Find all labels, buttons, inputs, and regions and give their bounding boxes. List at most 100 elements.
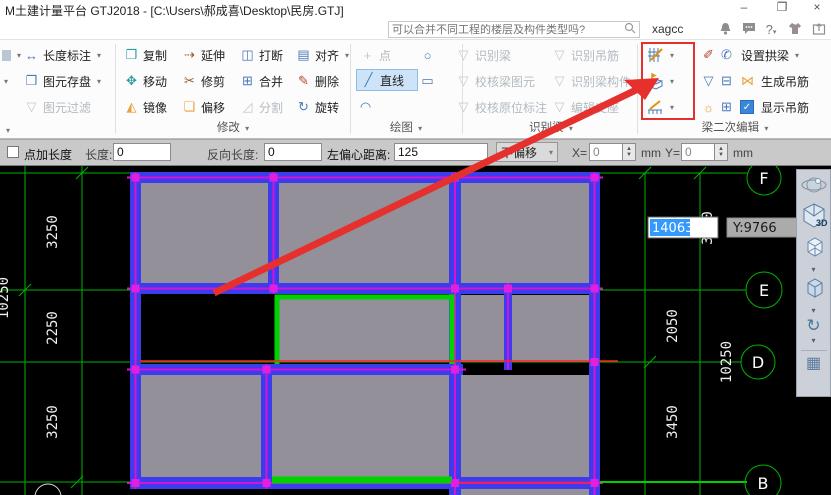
mirror-button[interactable]: ◭ 镜像 xyxy=(124,96,168,118)
length-dimension-button[interactable]: ↔ 长度标注 ▾ xyxy=(24,44,101,66)
extend-icon: ⇢ xyxy=(184,47,195,62)
lamp-icon[interactable]: ☼ xyxy=(701,96,716,118)
break-icon: ◫ xyxy=(241,47,254,62)
rotate-view-icon[interactable]: ↻ xyxy=(800,317,828,334)
check-beam-element-button[interactable]: ▽ 校核梁图元 xyxy=(456,70,536,92)
point-icon: + xyxy=(363,47,372,63)
element-filter-button[interactable]: ▽ 图元过滤 xyxy=(24,96,92,118)
identify-beam-button[interactable]: ▽ 识别梁 xyxy=(456,44,512,66)
offset-icon: ❏ xyxy=(183,99,196,114)
identify-group-label[interactable]: 识别梁 ▾ xyxy=(466,119,636,135)
split-button[interactable]: ◿ 分割 xyxy=(240,96,284,118)
x-unit-label: mm xyxy=(641,146,661,160)
view-toolbar: 3D ▾ ▾ ↻ ▾ ▦ xyxy=(796,169,831,397)
edit-support-button[interactable]: ▽ 编辑支座 xyxy=(552,96,620,118)
help-icon[interactable]: ?▾ xyxy=(762,22,780,38)
restore-button[interactable]: ❐ xyxy=(769,0,795,16)
draw-group-label[interactable]: 绘图 ▾ xyxy=(352,119,460,135)
left-offset-input[interactable] xyxy=(394,143,488,161)
length-label: 长度: xyxy=(85,148,113,162)
wireframe-cube-icon[interactable] xyxy=(800,235,828,263)
reverse-length-label: 反向长度: xyxy=(207,148,259,162)
break-button[interactable]: ◫ 打断 xyxy=(240,44,283,66)
offset-button[interactable]: ❏ 偏移 xyxy=(182,96,225,118)
point-add-length-checkbox[interactable] xyxy=(7,146,19,158)
message-bubble-icon[interactable] xyxy=(740,22,758,38)
rectangle-icon: ▭ xyxy=(421,73,434,88)
box-lines-icon[interactable]: ⊟ xyxy=(719,70,734,92)
window-title: M土建计量平台 GTJ2018 - [C:\Users\郝成喜\Desktop\… xyxy=(5,4,344,18)
ribbon-separator xyxy=(115,44,116,134)
dim-left-total: 10250 xyxy=(0,277,12,319)
length-input[interactable] xyxy=(113,143,171,161)
solid-cube-icon[interactable] xyxy=(800,276,828,304)
reverse-length-input[interactable] xyxy=(264,143,322,161)
extend-button[interactable]: ⇢ 延伸 xyxy=(182,44,225,66)
length-dimension-icon: ↔ xyxy=(25,47,38,63)
delete-button[interactable]: ✎ 删除 xyxy=(296,70,339,92)
copy-button[interactable]: ❐ 复制 xyxy=(124,44,167,66)
drawing-canvas[interactable]: F E D B 3250 2250 3250 10250 3250 2050 3… xyxy=(0,166,831,495)
chevron-down-icon[interactable]: ▾ xyxy=(811,265,815,274)
clipped-tool-2[interactable]: ▾ xyxy=(2,70,8,92)
element-save-button[interactable]: ❐ 图元存盘 ▾ xyxy=(24,70,101,92)
mirror-icon: ◭ xyxy=(126,99,137,114)
y-spinner[interactable]: ▲ ▼ xyxy=(715,143,728,161)
shirt-icon[interactable] xyxy=(786,22,804,38)
split-icon: ◿ xyxy=(242,99,253,114)
move-button[interactable]: ✥ 移动 xyxy=(124,70,167,92)
align-icon: ▤ xyxy=(297,47,310,62)
brush-icon[interactable]: ✐ xyxy=(701,44,716,66)
orbit-view-icon[interactable] xyxy=(800,174,828,200)
y-offset-input[interactable] xyxy=(681,143,715,161)
x-offset-input[interactable] xyxy=(589,143,623,161)
ribbon-separator xyxy=(637,44,638,134)
rotate-button[interactable]: ↻ 旋转 xyxy=(296,96,339,118)
chevron-down-icon[interactable]: ▾ xyxy=(811,306,815,315)
line-tool-button[interactable]: ╱ 直线 xyxy=(356,69,418,91)
identify-beam-component-button[interactable]: ▽ 识别梁构件 xyxy=(552,70,632,92)
x-spinner[interactable]: ▲ ▼ xyxy=(623,143,636,161)
funnel-orange-icon[interactable]: ▽ xyxy=(701,70,716,92)
copy-icon: ❐ xyxy=(125,47,138,62)
clipped-tool-1[interactable]: ▾ xyxy=(2,44,21,66)
chevron-down-icon[interactable]: ▾ xyxy=(811,336,815,345)
drawing-manager-icon[interactable]: ▦ xyxy=(800,356,828,372)
edit-support-icon: ▽ xyxy=(554,99,565,114)
chevron-down-icon: ▾ xyxy=(548,147,553,157)
beam-edit-group-label[interactable]: 梁二次编辑 ▾ xyxy=(640,119,830,135)
username-label[interactable]: xagcc xyxy=(652,22,683,36)
ribbon-separator xyxy=(350,44,351,134)
show-hanger-checkbox[interactable]: ✓ xyxy=(740,96,754,118)
notification-bell-icon[interactable] xyxy=(716,22,734,38)
generate-hanger-rebar-button[interactable]: 生成吊筋 xyxy=(761,70,809,92)
minimize-button[interactable]: – xyxy=(731,0,757,16)
identify-hanger-rebar-button[interactable]: ▽ 识别吊筋 xyxy=(552,44,620,66)
left-offset-label: 左偏心距离: xyxy=(327,148,391,162)
align-button[interactable]: ▤ 对齐 ▾ xyxy=(296,44,349,66)
show-hanger-rebar-label[interactable]: 显示吊筋 xyxy=(761,96,809,118)
circle-tool-button[interactable]: ○ xyxy=(420,44,435,66)
close-button[interactable]: × xyxy=(804,0,830,16)
arc-tool-button[interactable]: ◠ xyxy=(358,96,373,118)
point-tool-button[interactable]: + 点 xyxy=(360,44,391,66)
modify-group-label[interactable]: 修改 ▾ xyxy=(118,119,348,135)
bowtie-icon[interactable]: ⋈ xyxy=(740,70,755,92)
arch-beam-icon[interactable]: ✆ xyxy=(719,44,734,66)
element-filter-icon: ▽ xyxy=(26,99,37,114)
view-3d-icon[interactable]: 3D xyxy=(800,202,828,233)
check-insitu-annotation-button[interactable]: ▽ 校核原位标注 xyxy=(456,96,548,118)
offset-mode-dropdown[interactable]: 不偏移 ▾ xyxy=(496,142,558,162)
x-label: X= xyxy=(572,146,588,160)
grid-box-icon[interactable]: ⊞ xyxy=(719,96,734,118)
clipped-group-caret[interactable]: ▾ xyxy=(6,119,10,141)
merge-button[interactable]: ⊞ 合并 xyxy=(240,70,283,92)
dim-right-2: 2050 xyxy=(665,309,681,343)
search-input[interactable] xyxy=(389,23,624,36)
trim-button[interactable]: ✂ 修剪 xyxy=(182,70,225,92)
search-box[interactable] xyxy=(388,21,640,38)
upload-box-icon[interactable] xyxy=(810,22,828,38)
check-beam-icon: ▽ xyxy=(458,73,469,88)
rectangle-tool-button[interactable]: ▭ xyxy=(420,70,435,92)
set-arch-beam-button[interactable]: 设置拱梁 ▾ xyxy=(741,44,799,66)
